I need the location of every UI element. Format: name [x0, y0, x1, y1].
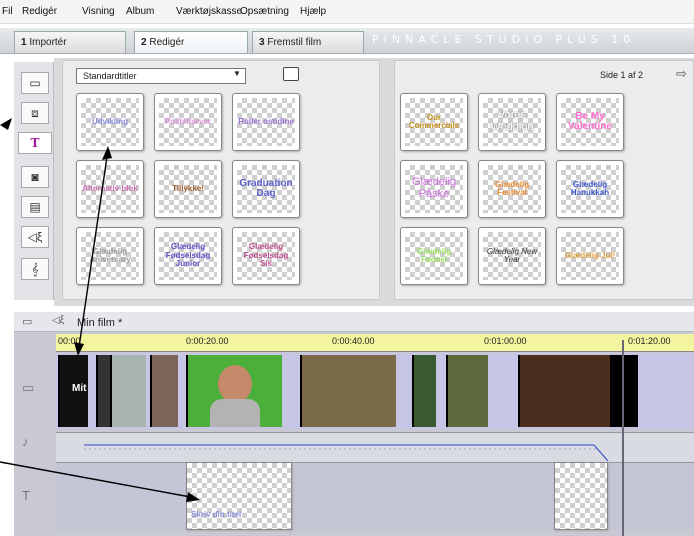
callout-arrows [0, 118, 200, 502]
callout-arrow [0, 461, 197, 499]
callout-arrowhead [0, 118, 12, 130]
callout-arrowhead [102, 146, 112, 160]
callout-arrowhead [186, 492, 200, 502]
callout-arrow [77, 149, 109, 355]
callout-arrowhead [74, 342, 84, 356]
